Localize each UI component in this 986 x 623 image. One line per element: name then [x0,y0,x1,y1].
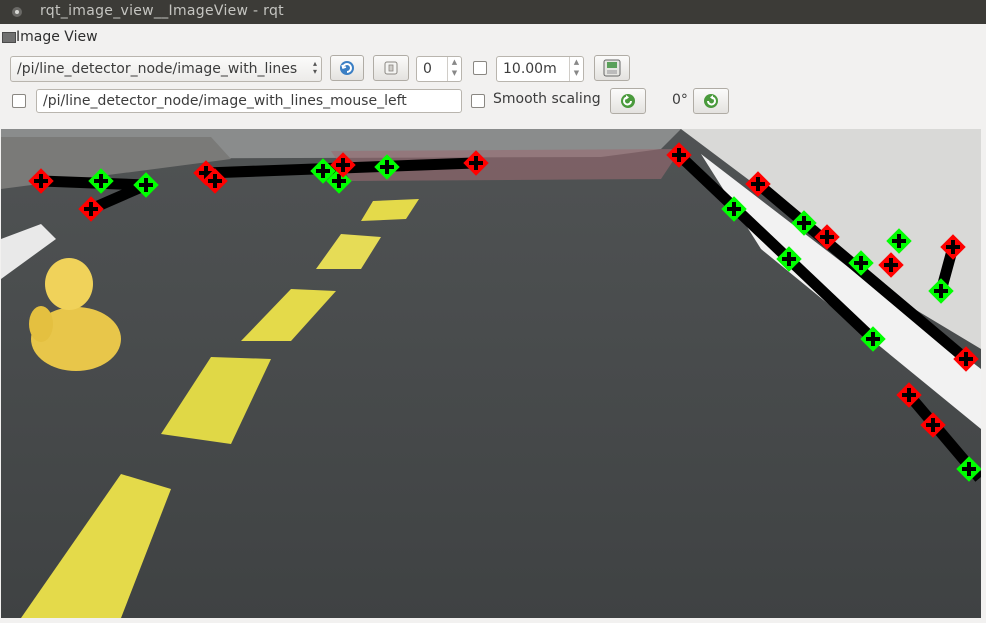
timeout-spin-box[interactable]: 10.00m ▲ ▼ [496,56,584,82]
smooth-scaling-checkbox[interactable] [471,94,485,108]
timeout-value: 10.00m [503,61,557,77]
topic-select[interactable]: /pi/line_detector_node/image_with_lines … [10,56,322,82]
timeout-arrows-icon[interactable]: ▲ ▼ [569,57,583,81]
image-viewport[interactable] [1,129,981,618]
rotation-label: 0° [672,92,688,108]
window-titlebar: rqt_image_view__ImageView - rqt [0,0,986,24]
rotate-left-icon [621,94,635,108]
refresh-button[interactable] [330,55,364,81]
spin-arrows-icon[interactable]: ▲ ▼ [447,57,461,81]
mouse-topic-input[interactable]: /pi/line_detector_node/image_with_lines_… [36,89,462,113]
dock-icon[interactable] [2,32,16,43]
camera-image[interactable] [1,129,981,618]
smooth-scaling-label: Smooth scaling [493,91,601,107]
refresh-icon [340,61,354,75]
plugin-title: Image View [16,29,98,45]
plugin-dock-header: Image View [0,28,300,48]
save-image-button[interactable] [594,55,630,81]
rotate-left-button[interactable] [610,88,646,114]
zoom-button[interactable] [373,55,409,81]
spin-box-value: 0 [423,61,432,77]
topic-select-value: /pi/line_detector_node/image_with_lines [17,61,298,77]
zoom-icon [384,61,398,75]
window-title: rqt_image_view__ImageView - rqt [40,3,284,19]
checkbox-1[interactable] [473,61,487,75]
close-icon[interactable] [12,7,22,17]
spin-box[interactable]: 0 ▲ ▼ [416,56,462,82]
publish-click-checkbox[interactable] [12,94,26,108]
mouse-topic-value: /pi/line_detector_node/image_with_lines_… [43,93,407,109]
rotate-right-button[interactable] [693,88,729,114]
save-icon [603,59,621,77]
combo-arrows-icon: ▴ ▾ [312,59,317,76]
rotate-right-icon [704,94,718,108]
